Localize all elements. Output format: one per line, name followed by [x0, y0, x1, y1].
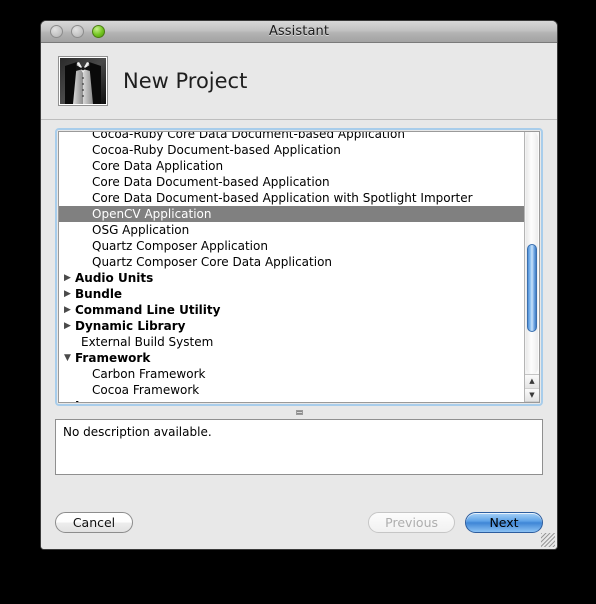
list-item-label: Core Data Document-based Application: [92, 175, 330, 189]
close-button[interactable]: [50, 25, 63, 38]
next-button[interactable]: Next: [465, 512, 543, 533]
disclosure-triangle-collapsed-icon[interactable]: ▶: [64, 398, 75, 402]
list-item[interactable]: ▶ Command Line Utility: [59, 302, 524, 318]
scrollbar-arrows: ▲ ▼: [525, 374, 539, 402]
list-item-label: Cocoa Framework: [92, 383, 200, 397]
list-item-label: Core Data Document-based Application wit…: [92, 191, 473, 205]
list-item-label: Framework: [75, 351, 151, 365]
scroll-up-arrow-icon[interactable]: ▲: [525, 375, 539, 389]
assistant-window: Assistant New Project Cocoa-Ruby Core Da…: [40, 20, 558, 550]
list-item[interactable]: Quartz Composer Core Data Application: [59, 254, 524, 270]
list-item-label: Dynamic Library: [75, 319, 186, 333]
list-item[interactable]: Cocoa Framework: [59, 382, 524, 398]
scroll-down-arrow-icon[interactable]: ▼: [525, 388, 539, 402]
tuxedo-assistant-icon: [58, 56, 108, 106]
list-item-label: Cocoa-Ruby Core Data Document-based Appl…: [92, 131, 405, 141]
description-box: No description available.: [55, 419, 543, 475]
template-list-rows: Cocoa-Ruby Core Data Document-based Appl…: [59, 131, 524, 402]
list-item[interactable]: ▶Java: [59, 398, 524, 402]
splitter-grip-icon: [295, 410, 303, 415]
list-item-label: Java: [75, 398, 103, 402]
list-item[interactable]: ▼ Framework: [59, 350, 524, 366]
list-item[interactable]: Cocoa-Ruby Core Data Document-based Appl…: [59, 131, 524, 142]
resize-grip-icon[interactable]: [541, 533, 555, 547]
list-item-label: External Build System: [81, 335, 214, 349]
page-title: New Project: [123, 69, 248, 93]
description-text: No description available.: [63, 425, 212, 439]
list-item[interactable]: Core Data Document-based Application: [59, 174, 524, 190]
list-item-label: Command Line Utility: [75, 303, 221, 317]
cancel-button[interactable]: Cancel: [55, 512, 133, 533]
list-item-label: Cocoa-Ruby Document-based Application: [92, 143, 341, 157]
splitter-handle[interactable]: [55, 406, 543, 419]
list-item-label: Quartz Composer Core Data Application: [92, 255, 333, 269]
disclosure-triangle-collapsed-icon[interactable]: ▶: [64, 286, 75, 302]
disclosure-triangle-collapsed-icon[interactable]: ▶: [64, 302, 75, 318]
list-item-label: Core Data Application: [92, 159, 224, 173]
disclosure-triangle-collapsed-icon[interactable]: ▶: [64, 318, 75, 334]
list-item-label: Audio Units: [75, 271, 154, 285]
list-item[interactable]: Carbon Framework: [59, 366, 524, 382]
window-title: Assistant: [268, 24, 330, 39]
list-item-label: OSG Application: [92, 223, 190, 237]
list-item-label: Quartz Composer Application: [92, 239, 268, 253]
disclosure-triangle-expanded-icon[interactable]: ▼: [64, 350, 75, 366]
template-list[interactable]: Cocoa-Ruby Core Data Document-based Appl…: [58, 131, 540, 403]
list-item[interactable]: OSG Application: [59, 222, 524, 238]
scrollbar-track[interactable]: [526, 132, 538, 374]
disclosure-triangle-collapsed-icon[interactable]: ▶: [64, 270, 75, 286]
list-item-label: Bundle: [75, 287, 123, 301]
button-bar: Cancel Previous Next: [41, 496, 557, 549]
assistant-content: Cocoa-Ruby Core Data Document-based Appl…: [41, 119, 557, 496]
list-item[interactable]: Cocoa-Ruby Document-based Application: [59, 142, 524, 158]
list-item[interactable]: Core Data Document-based Application wit…: [59, 190, 524, 206]
list-item[interactable]: ▶ Audio Units: [59, 270, 524, 286]
title-bar[interactable]: Assistant: [41, 21, 557, 43]
list-item-label: Carbon Framework: [92, 367, 206, 381]
window-controls: [50, 25, 105, 38]
list-item[interactable]: External Build System: [59, 334, 524, 350]
list-item-selected[interactable]: OpenCV Application: [59, 206, 524, 222]
navigation-buttons: Previous Next: [368, 512, 543, 533]
list-item[interactable]: Core Data Application: [59, 158, 524, 174]
list-item[interactable]: ▶ Bundle: [59, 286, 524, 302]
list-item[interactable]: ▶ Dynamic Library: [59, 318, 524, 334]
zoom-button[interactable]: [92, 25, 105, 38]
assistant-header: New Project: [41, 43, 557, 119]
list-item[interactable]: Quartz Composer Application: [59, 238, 524, 254]
scrollbar-thumb[interactable]: [527, 244, 537, 332]
list-item-label: OpenCV Application: [92, 207, 212, 221]
template-list-focus-ring: Cocoa-Ruby Core Data Document-based Appl…: [55, 128, 543, 406]
minimize-button[interactable]: [71, 25, 84, 38]
list-scrollbar[interactable]: ▲ ▼: [524, 132, 539, 402]
previous-button: Previous: [368, 512, 455, 533]
